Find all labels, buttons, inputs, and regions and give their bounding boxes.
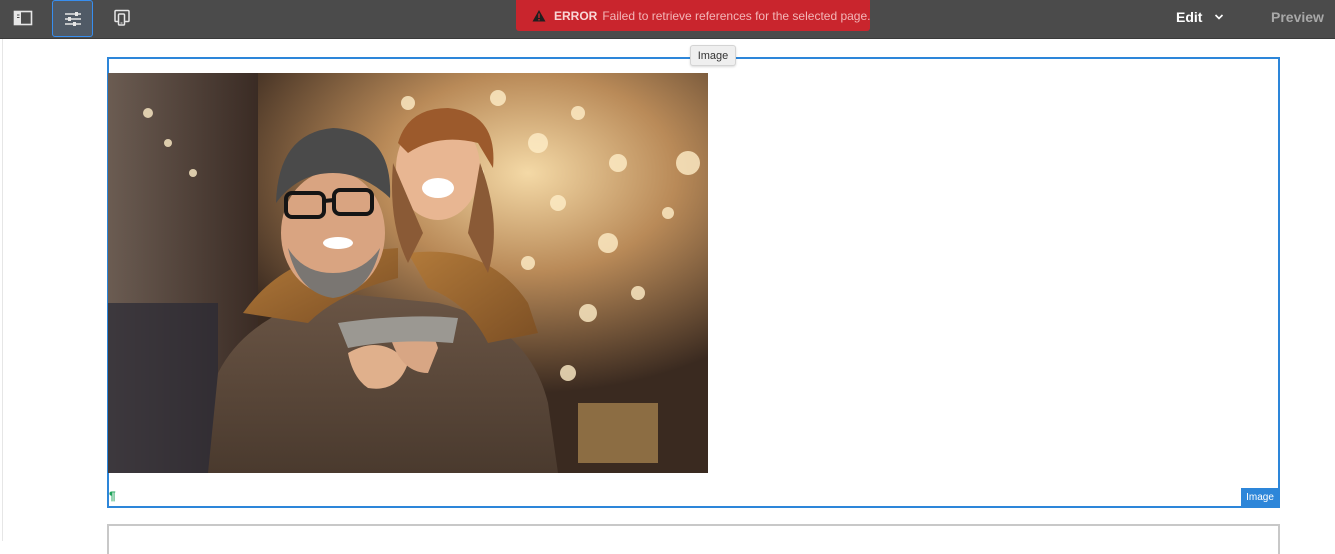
side-panel-icon xyxy=(13,10,33,26)
error-toast: ERROR Failed to retrieve references for … xyxy=(516,0,870,31)
image-photo[interactable] xyxy=(108,73,708,473)
side-panel-toggle-button[interactable] xyxy=(3,0,43,36)
warning-icon xyxy=(532,9,546,21)
editor-toolbar: ERROR Failed to retrieve references for … xyxy=(0,0,1335,39)
photo-illustration xyxy=(108,73,708,473)
component-hover-label: Image xyxy=(690,45,736,66)
component-tag[interactable]: Image xyxy=(1241,488,1279,506)
preview-button[interactable]: Preview xyxy=(1271,0,1324,33)
error-message: Failed to retrieve references for the se… xyxy=(602,8,870,23)
properties-button[interactable] xyxy=(52,0,93,37)
device-icon xyxy=(114,9,130,26)
mode-selector[interactable]: Edit xyxy=(1176,0,1224,33)
emulator-button[interactable] xyxy=(102,0,142,36)
chevron-down-icon xyxy=(1215,13,1224,20)
error-label: ERROR xyxy=(554,8,598,23)
sliders-icon xyxy=(64,11,81,26)
mode-label: Edit xyxy=(1176,8,1203,25)
next-component-frame[interactable] xyxy=(107,524,1280,554)
paragraph-marker: ¶ xyxy=(109,489,116,503)
